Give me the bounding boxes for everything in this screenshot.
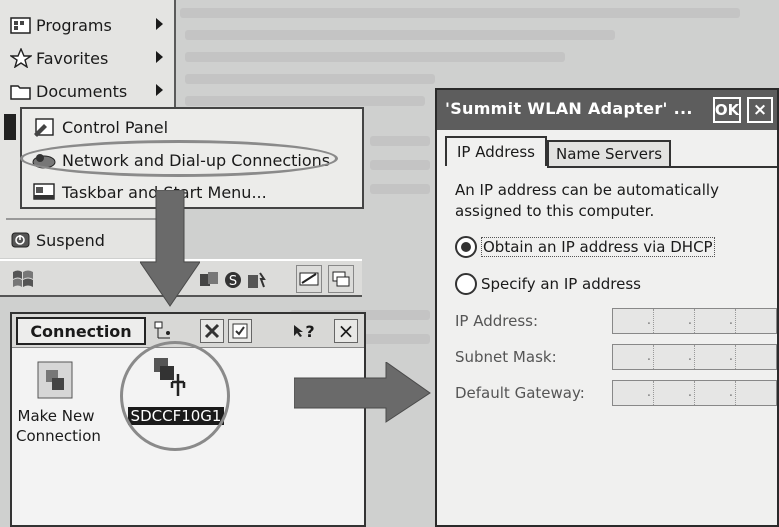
submenu-arrow-icon: [156, 84, 163, 96]
tab-name-servers[interactable]: Name Servers: [547, 140, 671, 166]
radio-button-on-icon: [455, 236, 477, 258]
windows-switch-icon[interactable]: [328, 265, 354, 293]
submenu-label-control-panel: Control Panel: [62, 117, 169, 137]
start-menu-item-favorites[interactable]: Favorites: [8, 45, 163, 71]
keyboard-icon[interactable]: [296, 265, 322, 293]
shield-tray-icon[interactable]: S: [223, 269, 243, 291]
details-icon[interactable]: [152, 319, 176, 343]
properties-icon[interactable]: [228, 319, 252, 343]
tab-ip-address[interactable]: IP Address: [445, 136, 547, 166]
start-menu-item-programs[interactable]: Programs: [10, 12, 163, 38]
list-item-make-new-connection[interactable]: Make New Connection: [16, 360, 101, 460]
subnet-mask-field[interactable]: ...: [612, 344, 777, 370]
start-menu-label-suspend: Suspend: [36, 230, 105, 250]
delete-icon[interactable]: [200, 319, 224, 343]
radio-obtain-dhcp[interactable]: Obtain an IP address via DHCP: [455, 236, 715, 258]
submenu-arrow-icon: [156, 51, 163, 63]
control-panel-icon: [32, 116, 56, 138]
right-arrow-icon: [294, 362, 431, 423]
help-icon[interactable]: ?: [292, 319, 316, 343]
ip-address-field[interactable]: ...: [612, 308, 777, 334]
taskbar-tray: S: [198, 267, 270, 293]
dialog-title: 'Summit WLAN Adapter' ...: [445, 99, 693, 118]
start-menu-item-documents[interactable]: Documents: [10, 78, 163, 104]
make-new-connection-line2: Connection: [16, 427, 101, 445]
suspend-icon: [10, 230, 32, 250]
make-new-connection-line1: Make New: [17, 407, 95, 425]
windows-logo-icon: [13, 270, 33, 287]
connection-title: Connection: [16, 317, 146, 345]
network-highlight-ring: [20, 140, 338, 177]
close-icon[interactable]: ×: [334, 319, 358, 343]
submenu-item-control-panel[interactable]: Control Panel: [32, 114, 168, 140]
dialog-close-button[interactable]: ×: [747, 97, 773, 123]
make-new-connection-label: Make New Connection: [16, 406, 101, 446]
adapter-highlight-ring: [120, 341, 230, 451]
ok-button[interactable]: OK: [713, 97, 741, 123]
ip-address-label: IP Address:: [455, 312, 539, 330]
submenu-arrow-icon: [156, 18, 163, 30]
dialog-titlebar: 'Summit WLAN Adapter' ... OK ×: [437, 90, 777, 130]
help-label: ?: [305, 321, 315, 341]
start-menu-item-suspend[interactable]: Suspend: [10, 227, 105, 253]
start-menu-label-documents: Documents: [36, 81, 128, 101]
start-menu-label-programs: Programs: [36, 15, 112, 35]
folder-icon: [10, 81, 32, 101]
start-menu-settings-marker: [4, 114, 16, 140]
battery-tray-icon[interactable]: [246, 269, 268, 291]
make-connection-icon: [37, 361, 73, 399]
help-pointer-icon: [294, 325, 304, 337]
radio-button-off-icon: [455, 273, 477, 295]
down-arrow-icon: [140, 190, 200, 307]
tab-underline: [547, 166, 777, 168]
radio-specify-ip[interactable]: Specify an IP address: [455, 273, 641, 295]
radio-specify-ip-label: Specify an IP address: [481, 275, 641, 293]
default-gateway-label: Default Gateway:: [455, 384, 585, 402]
svg-text:S: S: [229, 274, 237, 289]
start-button[interactable]: [6, 265, 40, 293]
start-menu-label-favorites: Favorites: [36, 48, 109, 68]
programs-icon: [10, 15, 32, 35]
taskbar-icon: [32, 181, 56, 203]
default-gateway-field[interactable]: ...: [612, 380, 777, 406]
subnet-mask-label: Subnet Mask:: [455, 348, 557, 366]
dhcp-description: An IP address can be automatically assig…: [455, 181, 719, 220]
adapter-properties-dialog: 'Summit WLAN Adapter' ... OK × IP Addres…: [435, 88, 779, 527]
network-tray-icon[interactable]: [198, 269, 220, 291]
star-icon: [8, 47, 34, 69]
radio-obtain-dhcp-label: Obtain an IP address via DHCP: [481, 237, 715, 257]
